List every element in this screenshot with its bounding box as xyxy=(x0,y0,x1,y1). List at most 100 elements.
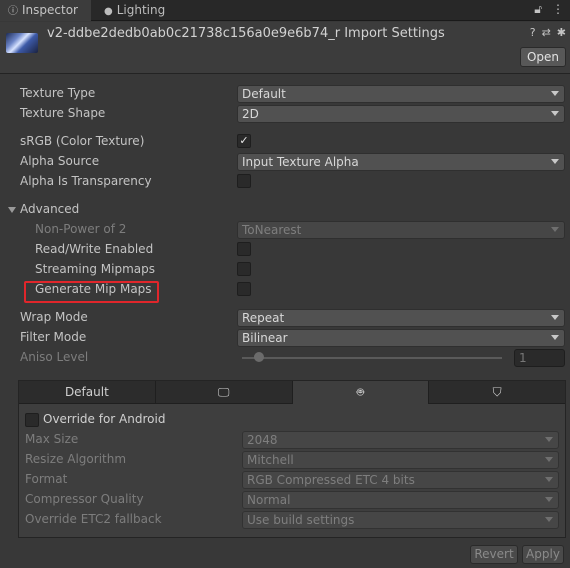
lock-icon[interactable]: 🔓︎ xyxy=(534,2,542,17)
srgb-label: sRGB (Color Texture) xyxy=(20,134,145,148)
streaming-mipmaps-row: Streaming Mipmaps xyxy=(0,260,570,280)
format-value: RGB Compressed ETC 4 bits xyxy=(247,473,415,487)
alpha-is-transparency-row: Alpha Is Transparency xyxy=(0,172,570,192)
tab-lighting[interactable]: ● Lighting xyxy=(92,0,172,21)
srgb-row: sRGB (Color Texture) ✓ xyxy=(0,132,570,152)
format-dropdown: RGB Compressed ETC 4 bits xyxy=(242,471,559,489)
format-row: Format RGB Compressed ETC 4 bits xyxy=(19,470,565,490)
chevron-down-icon xyxy=(545,477,553,482)
chevron-down-icon xyxy=(551,227,559,232)
kebab-menu-icon[interactable]: ⋮ xyxy=(552,2,564,17)
alpha-source-dropdown[interactable]: Input Texture Alpha xyxy=(237,153,565,171)
aniso-level-label: Aniso Level xyxy=(20,350,89,364)
override-for-android-checkbox[interactable] xyxy=(25,413,39,427)
html5-icon: ⛉ xyxy=(492,385,502,399)
max-size-row: Max Size 2048 xyxy=(19,430,565,450)
android-icon: 🤖︎ xyxy=(356,385,364,399)
alpha-source-row: Alpha Source Input Texture Alpha xyxy=(0,152,570,172)
import-settings-header: v2-ddbe2dedb0ab0c21738c156a0e9e6b74_r Im… xyxy=(0,22,570,74)
override-etc2-fallback-value: Use build settings xyxy=(247,513,355,527)
override-etc2-fallback-dropdown: Use build settings xyxy=(242,511,559,529)
compressor-quality-value: Normal xyxy=(247,493,291,507)
platform-tab-android[interactable]: 🤖︎ xyxy=(292,381,430,404)
streaming-mipmaps-label: Streaming Mipmaps xyxy=(35,262,156,276)
aniso-level-input: 1 xyxy=(514,349,565,367)
override-etc2-fallback-label: Override ETC2 fallback xyxy=(25,512,162,526)
monitor-icon: 🖵︎ xyxy=(217,385,230,399)
page-title: v2-ddbe2dedb0ab0c21738c156a0e9e6b74_r Im… xyxy=(47,26,445,41)
alpha-source-value: Input Texture Alpha xyxy=(242,155,359,169)
resize-algorithm-dropdown: Mitchell xyxy=(242,451,559,469)
override-for-android-label: Override for Android xyxy=(43,412,166,426)
revert-button[interactable]: Revert xyxy=(470,545,518,564)
override-etc2-fallback-row: Override ETC2 fallback Use build setting… xyxy=(19,510,565,530)
read-write-row: Read/Write Enabled xyxy=(0,240,570,260)
chevron-down-icon xyxy=(545,517,553,522)
texture-shape-value: 2D xyxy=(242,107,259,121)
platform-tab-standalone[interactable]: 🖵︎ xyxy=(155,381,293,404)
texture-type-dropdown[interactable]: Default xyxy=(237,85,565,103)
info-icon: ⓘ xyxy=(8,6,18,17)
chevron-down-icon xyxy=(551,335,559,340)
tab-inspector[interactable]: ⓘ Inspector xyxy=(0,0,91,21)
wrap-mode-value: Repeat xyxy=(242,311,285,325)
chevron-down-icon xyxy=(551,315,559,320)
aniso-level-row: Aniso Level 1 xyxy=(0,348,570,368)
tab-inspector-label: Inspector xyxy=(22,3,78,17)
wrap-mode-label: Wrap Mode xyxy=(20,310,88,324)
chevron-down-icon xyxy=(551,91,559,96)
texture-type-value: Default xyxy=(242,87,286,101)
texture-type-label: Texture Type xyxy=(20,86,96,100)
read-write-checkbox[interactable] xyxy=(237,242,251,256)
format-label: Format xyxy=(25,472,68,486)
foldout-arrow-icon xyxy=(8,207,16,213)
platform-tabs: Default 🖵︎ 🤖︎ ⛉ xyxy=(19,381,565,404)
advanced-foldout[interactable]: Advanced xyxy=(0,200,570,220)
preset-icon[interactable]: ⇄ xyxy=(542,26,551,39)
header-icons: ? ⇄ ✱ xyxy=(530,26,566,39)
texture-shape-row: Texture Shape 2D xyxy=(0,104,570,124)
open-button[interactable]: Open xyxy=(520,47,566,67)
max-size-label: Max Size xyxy=(25,432,79,446)
lightbulb-icon: ● xyxy=(104,6,113,17)
resize-algorithm-value: Mitchell xyxy=(247,453,294,467)
texture-shape-dropdown[interactable]: 2D xyxy=(237,105,565,123)
max-size-value: 2048 xyxy=(247,433,278,447)
editor-tabbar: ⓘ Inspector ● Lighting 🔓︎ ⋮ xyxy=(0,0,570,21)
resize-algorithm-row: Resize Algorithm Mitchell xyxy=(19,450,565,470)
non-power-of-2-label: Non-Power of 2 xyxy=(35,222,127,236)
read-write-label: Read/Write Enabled xyxy=(35,242,154,256)
resize-algorithm-label: Resize Algorithm xyxy=(25,452,127,466)
override-row: Override for Android xyxy=(19,410,565,430)
chevron-down-icon xyxy=(551,111,559,116)
highlight-box xyxy=(24,281,159,303)
aniso-level-slider-track xyxy=(242,357,502,359)
settings-icon[interactable]: ✱ xyxy=(557,26,566,39)
filter-mode-label: Filter Mode xyxy=(20,330,87,344)
platform-tab-default[interactable]: Default xyxy=(19,381,156,404)
wrap-mode-row: Wrap Mode Repeat xyxy=(0,308,570,328)
filter-mode-value: Bilinear xyxy=(242,331,288,345)
wrap-mode-dropdown[interactable]: Repeat xyxy=(237,309,565,327)
platform-settings-panel: Default 🖵︎ 🤖︎ ⛉ Override for Android Max… xyxy=(18,380,566,538)
srgb-checkbox[interactable]: ✓ xyxy=(237,134,251,148)
chevron-down-icon xyxy=(545,497,553,502)
chevron-down-icon xyxy=(545,457,553,462)
max-size-dropdown: 2048 xyxy=(242,431,559,449)
help-icon[interactable]: ? xyxy=(530,26,536,39)
generate-mip-maps-checkbox[interactable] xyxy=(237,282,251,296)
alpha-is-transparency-label: Alpha Is Transparency xyxy=(20,174,152,188)
checkmark-icon: ✓ xyxy=(239,134,249,147)
streaming-mipmaps-checkbox[interactable] xyxy=(237,262,251,276)
filter-mode-dropdown[interactable]: Bilinear xyxy=(237,329,565,347)
filter-mode-row: Filter Mode Bilinear xyxy=(0,328,570,348)
non-power-of-2-dropdown: ToNearest xyxy=(237,221,565,239)
advanced-label: Advanced xyxy=(20,202,80,216)
non-power-of-2-value: ToNearest xyxy=(242,223,302,237)
texture-shape-label: Texture Shape xyxy=(20,106,106,120)
platform-tab-webgl[interactable]: ⛉ xyxy=(429,381,565,404)
apply-button[interactable]: Apply xyxy=(522,545,564,564)
texture-thumbnail xyxy=(6,33,38,53)
compressor-quality-label: Compressor Quality xyxy=(25,492,144,506)
alpha-is-transparency-checkbox[interactable] xyxy=(237,174,251,188)
